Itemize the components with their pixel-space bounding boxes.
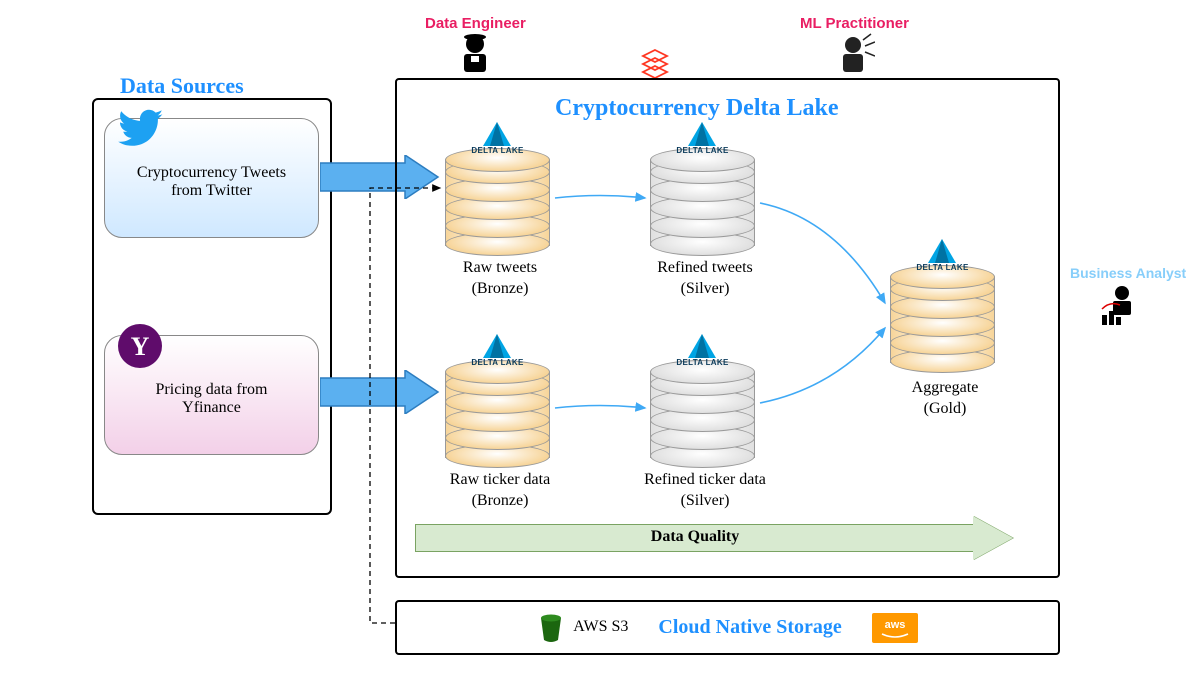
databricks-icon	[640, 48, 670, 78]
cloud-title: Cloud Native Storage	[658, 616, 841, 639]
aggregate-caption: Aggregate(Gold)	[885, 378, 1005, 420]
data-quality-label: Data Quality	[415, 528, 975, 546]
db-raw-tweets: DELTA LAKE	[445, 148, 550, 263]
raw-ticker-caption: Raw ticker data(Bronze)	[430, 470, 570, 512]
persona-ml-label: ML Practitioner	[800, 15, 909, 32]
persona-data-engineer-label: Data Engineer	[425, 15, 526, 32]
db-raw-ticker: DELTA LAKE	[445, 360, 550, 475]
persona-analyst-label: Business Analyst	[1070, 265, 1186, 281]
source-card-twitter: Cryptocurrency Tweets from Twitter	[104, 118, 319, 238]
db-aggregate: DELTA LAKE	[890, 265, 995, 380]
s3-label: AWS S3	[573, 617, 628, 638]
persona-analyst-icon	[1100, 283, 1140, 328]
persona-ml-icon	[835, 32, 875, 77]
data-quality-arrow: Data Quality	[415, 520, 1015, 556]
s3-bucket-icon	[537, 612, 565, 644]
persona-data-engineer-icon	[455, 32, 495, 77]
delta-lake-label: DELTA LAKE	[445, 358, 550, 367]
yahoo-icon: Y	[115, 321, 165, 371]
svg-text:Y: Y	[131, 332, 150, 361]
aws-logo-icon: aws	[872, 613, 918, 643]
source-card-yahoo: Y Pricing data from Yfinance	[104, 335, 319, 455]
delta-lake-label: DELTA LAKE	[650, 358, 755, 367]
sources-title: Data Sources	[120, 73, 244, 99]
svg-text:aws: aws	[884, 619, 905, 631]
cloud-storage-panel: AWS S3 Cloud Native Storage aws	[395, 600, 1060, 655]
delta-lake-label: DELTA LAKE	[890, 263, 995, 272]
refined-ticker-caption: Refined ticker data(Silver)	[630, 470, 780, 512]
db-refined-tweets: DELTA LAKE	[650, 148, 755, 263]
twitter-icon	[115, 104, 165, 154]
delta-lake-label: DELTA LAKE	[445, 146, 550, 155]
lake-title: Cryptocurrency Delta Lake	[555, 95, 839, 122]
source-twitter-label: Cryptocurrency Tweets from Twitter	[105, 164, 318, 200]
delta-lake-label: DELTA LAKE	[650, 146, 755, 155]
raw-tweets-caption: Raw tweets(Bronze)	[435, 258, 565, 300]
refined-tweets-caption: Refined tweets(Silver)	[640, 258, 770, 300]
source-yahoo-label: Pricing data from Yfinance	[105, 381, 318, 417]
db-refined-ticker: DELTA LAKE	[650, 360, 755, 475]
